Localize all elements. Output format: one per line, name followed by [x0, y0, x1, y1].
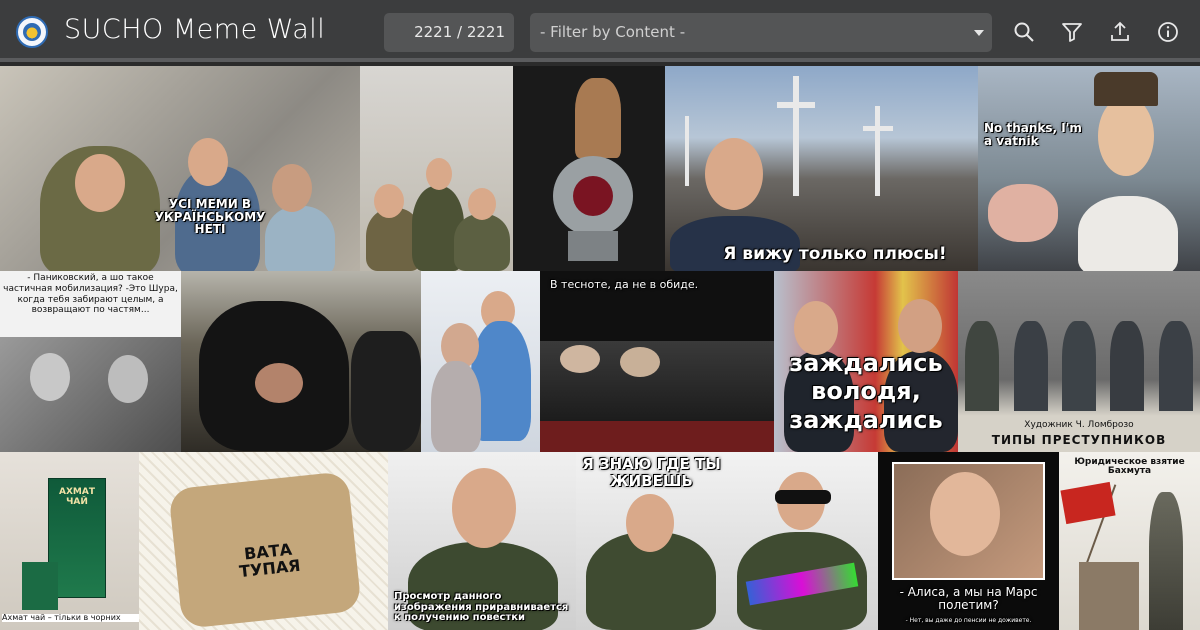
tile-meat-grinder[interactable]: [513, 66, 665, 271]
meme-subcaption: ТИПЫ ПРЕСТУПНИКОВ: [991, 433, 1167, 447]
image-counter[interactable]: 2221 / 2221: [384, 13, 514, 52]
meme-caption: УСІ МЕМИ В УКРАЇНСЬКОМУ НЕТІ: [154, 197, 266, 237]
tile-military-group[interactable]: [360, 66, 513, 271]
tile-garbage-bag[interactable]: [181, 271, 421, 452]
tile-lenin-coffins[interactable]: В тесноте, да не в обиде.: [540, 271, 774, 452]
tile-putin-graves[interactable]: Я вижу только плюсы!: [665, 66, 978, 271]
meme-caption: Юридическое взятие Бахмута: [1074, 457, 1185, 477]
tile-vatnik[interactable]: No thanks, I'm a vatnik: [978, 66, 1200, 271]
filter-icon[interactable]: [1060, 20, 1084, 44]
tile-bakhmut[interactable]: Юридическое взятие Бахмута: [1059, 452, 1200, 630]
content-filter-select[interactable]: - Filter by Content -: [530, 13, 992, 52]
tile-vata-package[interactable]: ВАТА ТУПАЯ: [139, 452, 388, 630]
tile-distracted-medvedchuk[interactable]: УСІ МЕМИ В УКРАЇНСЬКОМУ НЕТІ: [0, 66, 360, 271]
meme-caption: Художник Ч. Ломброзо: [1024, 420, 1134, 430]
tea-box-label: АХМАТ ЧАЙ: [59, 487, 95, 507]
tile-zazhdalis[interactable]: заждались володя, заждались: [774, 271, 958, 452]
meme-caption: No thanks, I'm a vatnik: [984, 121, 1082, 148]
upload-icon[interactable]: [1108, 20, 1132, 44]
tile-officer-know[interactable]: Я ЗНАЮ ГДЕ ТЫ ЖИВЕШЬ: [576, 452, 727, 630]
tile-officer-glasses[interactable]: [727, 452, 878, 630]
sucho-logo[interactable]: [16, 16, 48, 48]
tile-politburo[interactable]: Художник Ч. Ломброзо ТИПЫ ПРЕСТУПНИКОВ: [958, 271, 1200, 452]
tile-alisa-mars[interactable]: - Алиса, а мы на Марс полетим? - Нет, вы…: [878, 452, 1059, 630]
meme-caption: Я вижу только плюсы!: [723, 244, 947, 264]
meme-caption: В тесноте, да не в обиде.: [550, 278, 699, 291]
meme-subcaption: - Нет, вы даже до пенсии не доживете.: [905, 617, 1032, 624]
top-bar: SUCHO Meme Wall 2221 / 2221 - Filter by …: [0, 0, 1200, 62]
meme-caption: - Алиса, а мы на Марс полетим?: [899, 585, 1038, 612]
app-title: SUCHO Meme Wall: [64, 14, 326, 45]
info-icon[interactable]: [1156, 20, 1180, 44]
chevron-down-icon: [974, 30, 984, 36]
meme-caption: - Паниковский, а шо такое частичная моби…: [3, 273, 178, 316]
search-icon[interactable]: [1012, 20, 1036, 44]
tile-akhmat-tea[interactable]: АХМАТ ЧАЙ Ахмат чай – тільки в чорних: [0, 452, 139, 630]
tile-embrace[interactable]: [421, 271, 540, 452]
meme-caption: Я ЗНАЮ ГДЕ ТЫ ЖИВЕШЬ: [582, 455, 721, 490]
tile-officer-summons[interactable]: Просмотр данного изображения приравнивае…: [388, 452, 576, 630]
tile-panikovsky[interactable]: - Паниковский, а шо такое частичная моби…: [0, 271, 181, 452]
filter-placeholder: - Filter by Content -: [540, 23, 686, 41]
meme-caption: Просмотр данного изображения приравнивае…: [394, 591, 569, 623]
meme-caption: заждались володя, заждались: [789, 349, 943, 434]
meme-caption: Ахмат чай – тільки в чорних: [2, 613, 139, 623]
